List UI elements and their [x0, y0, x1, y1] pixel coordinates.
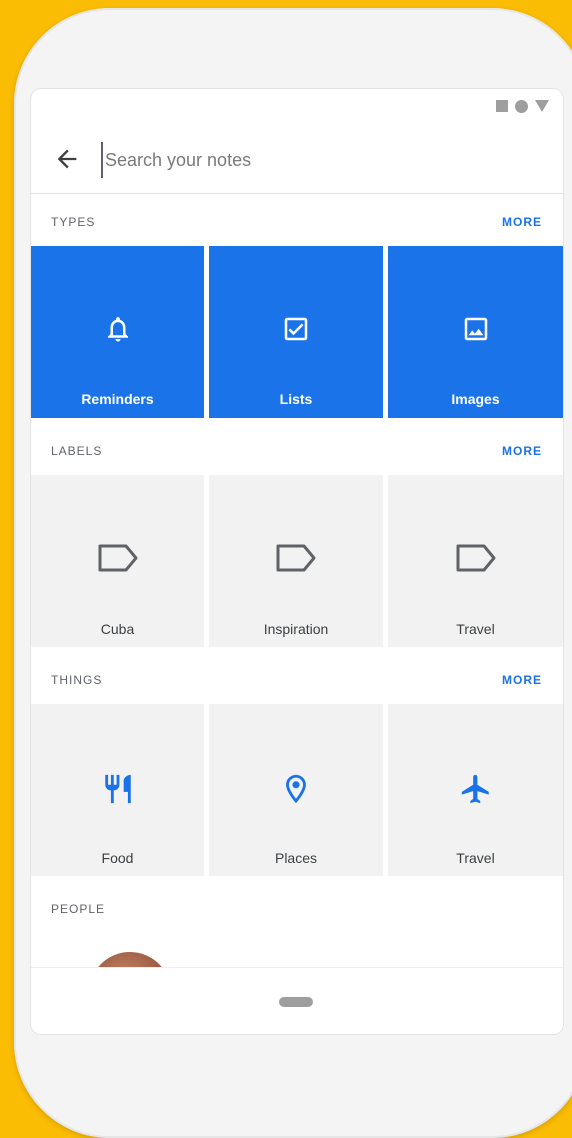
status-bar — [496, 98, 549, 114]
thing-tile-places[interactable]: Places — [209, 704, 383, 876]
label-tag-icon — [456, 544, 495, 572]
section-title-types: TYPES — [51, 215, 96, 229]
checkbox-icon — [284, 317, 308, 341]
thing-tile-food[interactable]: Food — [31, 704, 204, 876]
thing-label: Places — [274, 850, 318, 866]
thing-label: Food — [101, 850, 134, 866]
location-pin-icon — [286, 774, 306, 804]
type-label: Lists — [279, 391, 313, 407]
label-name: Cuba — [100, 621, 135, 637]
airplane-icon — [461, 774, 489, 804]
section-title-things: THINGS — [51, 673, 103, 687]
type-label: Reminders — [81, 391, 154, 407]
label-tile-travel[interactable]: Travel — [388, 475, 563, 647]
label-tag-icon — [98, 544, 137, 572]
back-arrow-icon[interactable] — [53, 145, 81, 173]
home-handle[interactable] — [279, 997, 313, 1007]
image-icon — [464, 317, 487, 341]
section-title-labels: LABELS — [51, 444, 103, 458]
label-tile-inspiration[interactable]: Inspiration — [209, 475, 383, 647]
status-triangle-icon — [535, 100, 549, 112]
thing-label: Travel — [456, 850, 495, 866]
label-tag-icon — [276, 544, 316, 572]
restaurant-icon — [104, 774, 131, 804]
search-input[interactable] — [101, 142, 437, 178]
section-title-people: PEOPLE — [51, 902, 106, 916]
more-labels-button[interactable]: MORE — [502, 444, 542, 458]
status-circle-icon — [515, 99, 528, 113]
app-screen: TYPES MORE Reminders Lists Images LABELS… — [31, 89, 563, 1034]
thing-tile-travel[interactable]: Travel — [388, 704, 563, 876]
more-things-button[interactable]: MORE — [502, 673, 542, 687]
bell-icon — [107, 317, 128, 342]
type-tile-images[interactable]: Images — [388, 246, 563, 418]
navigation-bar — [31, 967, 563, 1034]
search-bar — [31, 125, 563, 194]
type-tile-lists[interactable]: Lists — [209, 246, 383, 418]
more-types-button[interactable]: MORE — [502, 215, 542, 229]
type-label: Images — [451, 391, 500, 407]
status-square-icon — [496, 100, 508, 112]
label-tile-cuba[interactable]: Cuba — [31, 475, 204, 647]
label-name: Inspiration — [263, 621, 329, 637]
type-tile-reminders[interactable]: Reminders — [31, 246, 204, 418]
label-name: Travel — [456, 621, 495, 637]
